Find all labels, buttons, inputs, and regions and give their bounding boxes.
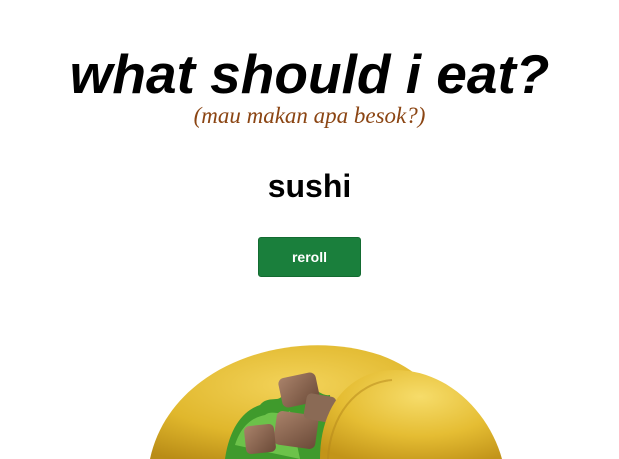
taco-icon — [130, 325, 530, 459]
page-subtitle: (mau makan apa besok?) — [193, 103, 426, 128]
food-suggestion: sushi — [267, 168, 352, 204]
page-title: what should i eat? — [69, 43, 550, 105]
reroll-button[interactable]: reroll — [258, 237, 361, 277]
